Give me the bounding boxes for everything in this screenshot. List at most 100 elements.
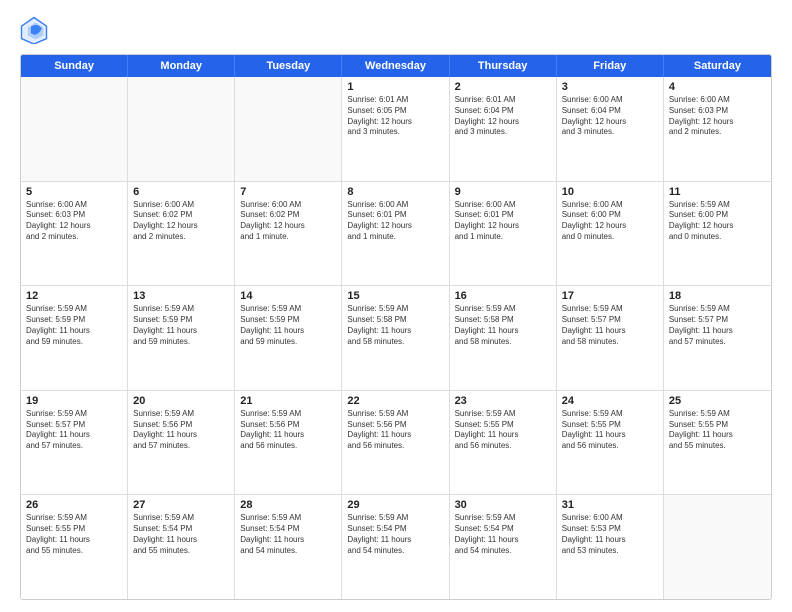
calendar-cell-28: 28 Sunrise: 5:59 AM Sunset: 5:54 PM Dayli… bbox=[235, 495, 342, 599]
calendar-cell-25: 25 Sunrise: 5:59 AM Sunset: 5:55 PM Dayli… bbox=[664, 391, 771, 495]
calendar-body: 1 Sunrise: 6:01 AM Sunset: 6:05 PM Daylig… bbox=[21, 77, 771, 599]
calendar-cell-4: 4Sunrise: 6:00 AM Sunset: 6:03 PM Daylig… bbox=[664, 77, 771, 181]
cell-info-text: Sunrise: 5:59 AM Sunset: 5:57 PM Dayligh… bbox=[562, 304, 658, 347]
cell-date-number: 11 bbox=[669, 186, 766, 198]
cell-info-text: Sunrise: 5:59 AM Sunset: 6:00 PM Dayligh… bbox=[669, 200, 766, 243]
calendar-cell-3: 3 Sunrise: 6:00 AM Sunset: 6:04 PM Daylig… bbox=[557, 77, 664, 181]
page: SundayMondayTuesdayWednesdayThursdayFrid… bbox=[0, 0, 792, 612]
cell-info-text: Sunrise: 5:59 AM Sunset: 5:54 PM Dayligh… bbox=[240, 513, 336, 556]
cell-date-number: 25 bbox=[669, 395, 766, 407]
cell-info-text: Sunrise: 6:00 AM Sunset: 6:00 PM Dayligh… bbox=[562, 200, 658, 243]
calendar-cell-12: 12 Sunrise: 5:59 AM Sunset: 5:59 PM Dayli… bbox=[21, 286, 128, 390]
calendar-cell-19: 19 Sunrise: 5:59 AM Sunset: 5:57 PM Dayli… bbox=[21, 391, 128, 495]
cell-date-number: 31 bbox=[562, 499, 658, 511]
weekday-header-monday: Monday bbox=[128, 55, 235, 77]
cell-info-text: Sunrise: 5:59 AM Sunset: 5:57 PM Dayligh… bbox=[26, 409, 122, 452]
cell-info-text: Sunrise: 6:00 AM Sunset: 5:53 PM Dayligh… bbox=[562, 513, 658, 556]
cell-date-number: 6 bbox=[133, 186, 229, 198]
weekday-header-friday: Friday bbox=[557, 55, 664, 77]
cell-info-text: Sunrise: 5:59 AM Sunset: 5:55 PM Dayligh… bbox=[455, 409, 551, 452]
cell-date-number: 2 bbox=[455, 81, 551, 93]
cell-date-number: 7 bbox=[240, 186, 336, 198]
cell-date-number: 20 bbox=[133, 395, 229, 407]
weekday-header-saturday: Saturday bbox=[664, 55, 771, 77]
cell-date-number: 3 bbox=[562, 81, 658, 93]
cell-info-text: Sunrise: 6:00 AM Sunset: 6:02 PM Dayligh… bbox=[133, 200, 229, 243]
cell-date-number: 21 bbox=[240, 395, 336, 407]
cell-info-text: Sunrise: 5:59 AM Sunset: 5:59 PM Dayligh… bbox=[26, 304, 122, 347]
cell-info-text: Sunrise: 5:59 AM Sunset: 5:57 PM Dayligh… bbox=[669, 304, 766, 347]
cell-date-number: 9 bbox=[455, 186, 551, 198]
weekday-header-thursday: Thursday bbox=[450, 55, 557, 77]
cell-date-number: 5 bbox=[26, 186, 122, 198]
cell-info-text: Sunrise: 5:59 AM Sunset: 5:56 PM Dayligh… bbox=[347, 409, 443, 452]
header bbox=[20, 16, 772, 44]
cell-date-number: 28 bbox=[240, 499, 336, 511]
calendar-cell-5: 5 Sunrise: 6:00 AM Sunset: 6:03 PM Daylig… bbox=[21, 182, 128, 286]
cell-date-number: 24 bbox=[562, 395, 658, 407]
calendar-cell-21: 21 Sunrise: 5:59 AM Sunset: 5:56 PM Dayli… bbox=[235, 391, 342, 495]
calendar-row-2: 12 Sunrise: 5:59 AM Sunset: 5:59 PM Dayli… bbox=[21, 286, 771, 391]
cell-date-number: 15 bbox=[347, 290, 443, 302]
cell-date-number: 18 bbox=[669, 290, 766, 302]
calendar-cell-9: 9 Sunrise: 6:00 AM Sunset: 6:01 PM Daylig… bbox=[450, 182, 557, 286]
cell-info-text: Sunrise: 5:59 AM Sunset: 5:54 PM Dayligh… bbox=[133, 513, 229, 556]
calendar-cell-empty-0-1 bbox=[128, 77, 235, 181]
calendar-cell-27: 27Sunrise: 5:59 AM Sunset: 5:54 PM Dayli… bbox=[128, 495, 235, 599]
calendar-row-4: 26 Sunrise: 5:59 AM Sunset: 5:55 PM Dayli… bbox=[21, 495, 771, 599]
cell-date-number: 17 bbox=[562, 290, 658, 302]
cell-info-text: Sunrise: 6:01 AM Sunset: 6:04 PM Dayligh… bbox=[455, 95, 551, 138]
calendar-cell-2: 2 Sunrise: 6:01 AM Sunset: 6:04 PM Daylig… bbox=[450, 77, 557, 181]
calendar-cell-18: 18 Sunrise: 5:59 AM Sunset: 5:57 PM Dayli… bbox=[664, 286, 771, 390]
cell-info-text: Sunrise: 6:00 AM Sunset: 6:04 PM Dayligh… bbox=[562, 95, 658, 138]
calendar-cell-30: 30Sunrise: 5:59 AM Sunset: 5:54 PM Dayli… bbox=[450, 495, 557, 599]
cell-date-number: 19 bbox=[26, 395, 122, 407]
calendar-cell-22: 22 Sunrise: 5:59 AM Sunset: 5:56 PM Dayli… bbox=[342, 391, 449, 495]
cell-info-text: Sunrise: 5:59 AM Sunset: 5:59 PM Dayligh… bbox=[133, 304, 229, 347]
cell-info-text: Sunrise: 5:59 AM Sunset: 5:56 PM Dayligh… bbox=[133, 409, 229, 452]
logo bbox=[20, 16, 52, 44]
weekday-header-sunday: Sunday bbox=[21, 55, 128, 77]
calendar: SundayMondayTuesdayWednesdayThursdayFrid… bbox=[20, 54, 772, 600]
cell-date-number: 22 bbox=[347, 395, 443, 407]
cell-date-number: 10 bbox=[562, 186, 658, 198]
calendar-row-3: 19 Sunrise: 5:59 AM Sunset: 5:57 PM Dayli… bbox=[21, 391, 771, 496]
cell-info-text: Sunrise: 5:59 AM Sunset: 5:55 PM Dayligh… bbox=[669, 409, 766, 452]
calendar-cell-empty-0-2 bbox=[235, 77, 342, 181]
calendar-cell-11: 11 Sunrise: 5:59 AM Sunset: 6:00 PM Dayli… bbox=[664, 182, 771, 286]
calendar-cell-1: 1 Sunrise: 6:01 AM Sunset: 6:05 PM Daylig… bbox=[342, 77, 449, 181]
calendar-cell-17: 17 Sunrise: 5:59 AM Sunset: 5:57 PM Dayli… bbox=[557, 286, 664, 390]
cell-info-text: Sunrise: 6:01 AM Sunset: 6:05 PM Dayligh… bbox=[347, 95, 443, 138]
cell-info-text: Sunrise: 6:00 AM Sunset: 6:02 PM Dayligh… bbox=[240, 200, 336, 243]
calendar-cell-26: 26 Sunrise: 5:59 AM Sunset: 5:55 PM Dayli… bbox=[21, 495, 128, 599]
calendar-row-1: 5 Sunrise: 6:00 AM Sunset: 6:03 PM Daylig… bbox=[21, 182, 771, 287]
cell-date-number: 23 bbox=[455, 395, 551, 407]
calendar-cell-10: 10 Sunrise: 6:00 AM Sunset: 6:00 PM Dayli… bbox=[557, 182, 664, 286]
cell-info-text: Sunrise: 5:59 AM Sunset: 5:59 PM Dayligh… bbox=[240, 304, 336, 347]
cell-date-number: 26 bbox=[26, 499, 122, 511]
cell-info-text: Sunrise: 5:59 AM Sunset: 5:58 PM Dayligh… bbox=[347, 304, 443, 347]
weekday-header-wednesday: Wednesday bbox=[342, 55, 449, 77]
calendar-cell-empty-4-6 bbox=[664, 495, 771, 599]
cell-date-number: 12 bbox=[26, 290, 122, 302]
cell-date-number: 1 bbox=[347, 81, 443, 93]
calendar-row-0: 1 Sunrise: 6:01 AM Sunset: 6:05 PM Daylig… bbox=[21, 77, 771, 182]
cell-info-text: Sunrise: 5:59 AM Sunset: 5:56 PM Dayligh… bbox=[240, 409, 336, 452]
cell-info-text: Sunrise: 5:59 AM Sunset: 5:55 PM Dayligh… bbox=[26, 513, 122, 556]
cell-date-number: 8 bbox=[347, 186, 443, 198]
cell-date-number: 30 bbox=[455, 499, 551, 511]
cell-info-text: Sunrise: 6:00 AM Sunset: 6:03 PM Dayligh… bbox=[669, 95, 766, 138]
cell-info-text: Sunrise: 5:59 AM Sunset: 5:54 PM Dayligh… bbox=[347, 513, 443, 556]
calendar-header: SundayMondayTuesdayWednesdayThursdayFrid… bbox=[21, 55, 771, 77]
cell-info-text: Sunrise: 5:59 AM Sunset: 5:58 PM Dayligh… bbox=[455, 304, 551, 347]
cell-info-text: Sunrise: 6:00 AM Sunset: 6:01 PM Dayligh… bbox=[455, 200, 551, 243]
calendar-cell-8: 8Sunrise: 6:00 AM Sunset: 6:01 PM Daylig… bbox=[342, 182, 449, 286]
calendar-cell-empty-0-0 bbox=[21, 77, 128, 181]
calendar-cell-20: 20 Sunrise: 5:59 AM Sunset: 5:56 PM Dayli… bbox=[128, 391, 235, 495]
logo-icon bbox=[20, 16, 48, 44]
calendar-cell-29: 29Sunrise: 5:59 AM Sunset: 5:54 PM Dayli… bbox=[342, 495, 449, 599]
calendar-cell-24: 24Sunrise: 5:59 AM Sunset: 5:55 PM Dayli… bbox=[557, 391, 664, 495]
calendar-cell-23: 23 Sunrise: 5:59 AM Sunset: 5:55 PM Dayli… bbox=[450, 391, 557, 495]
cell-info-text: Sunrise: 6:00 AM Sunset: 6:03 PM Dayligh… bbox=[26, 200, 122, 243]
calendar-cell-6: 6 Sunrise: 6:00 AM Sunset: 6:02 PM Daylig… bbox=[128, 182, 235, 286]
